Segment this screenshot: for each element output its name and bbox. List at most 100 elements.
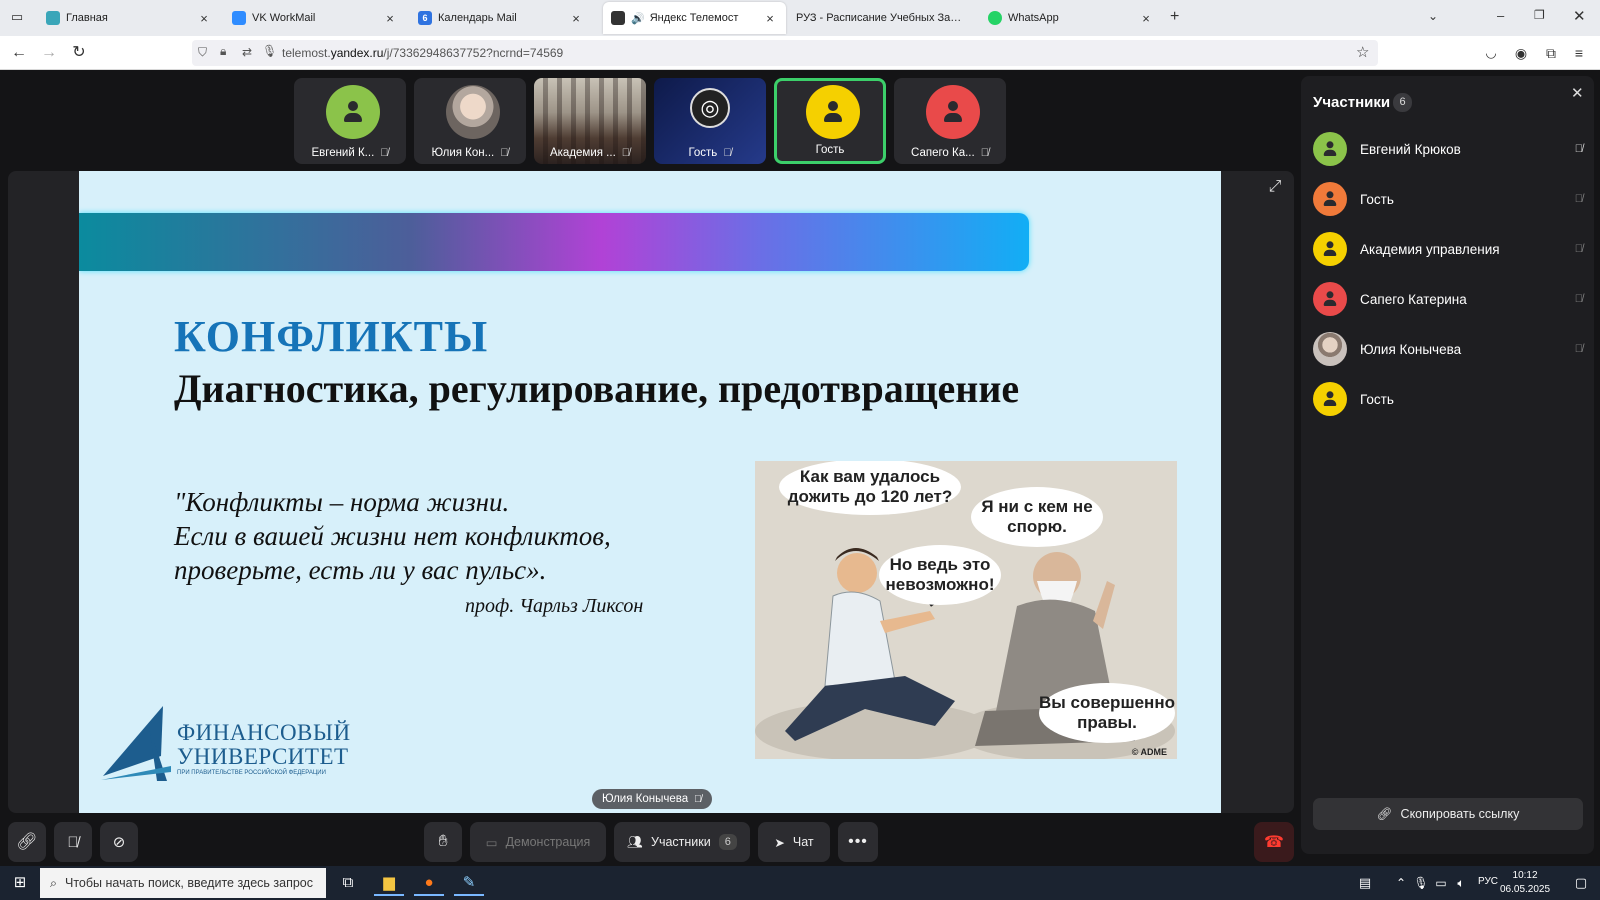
microphone-icon[interactable]: 🎙︎ bbox=[262, 44, 277, 58]
close-icon[interactable]: ✕ bbox=[1571, 84, 1584, 102]
participant-row[interactable]: Сапего Катерина 🎙̸ bbox=[1313, 279, 1583, 319]
url-text: telemost.yandex.ru/j/73362948637752?ncrn… bbox=[282, 46, 563, 60]
new-tab-icon[interactable]: + bbox=[1170, 8, 1179, 26]
tab-title: VK WorkMail bbox=[252, 12, 316, 24]
tab-glavnaya[interactable]: Главная × bbox=[38, 4, 220, 32]
participant-row[interactable]: Академия управления 🎙̸ bbox=[1313, 229, 1583, 269]
avatar bbox=[1313, 332, 1347, 366]
quote-line: "Конфликты – норма жизни. bbox=[174, 487, 510, 517]
participant-row[interactable]: Евгений Крюков 🎙̸ bbox=[1313, 129, 1583, 169]
participants-label: Участники bbox=[651, 835, 711, 849]
participant-tile[interactable]: ◎ Гость 🎙̸ bbox=[654, 78, 766, 164]
avatar bbox=[926, 85, 980, 139]
participant-tile[interactable]: Академия ... 🎙̸ bbox=[534, 78, 646, 164]
tab-telemost[interactable]: 🔊 Яндекс Телемост × bbox=[603, 2, 786, 34]
tab-ruz[interactable]: РУЗ - Расписание Учебных Занятий bbox=[788, 4, 970, 32]
permissions-icon[interactable]: ⇄ bbox=[242, 45, 252, 59]
microphone-toggle-button[interactable]: 🎙̸ bbox=[54, 822, 92, 862]
participant-tile[interactable]: Евгений К... 🎙̸ bbox=[294, 78, 406, 164]
account-icon[interactable]: ◉ bbox=[1510, 42, 1532, 64]
participant-tile-speaking[interactable]: Гость bbox=[774, 78, 886, 164]
forward-icon[interactable]: → bbox=[38, 42, 60, 64]
person-icon bbox=[1323, 241, 1337, 257]
volume-icon[interactable]: 🔈︎ bbox=[1446, 870, 1476, 896]
tab-whatsapp[interactable]: WhatsApp × bbox=[980, 4, 1162, 32]
avatar bbox=[1313, 232, 1347, 266]
close-tab-icon[interactable]: × bbox=[196, 11, 212, 26]
mic-off-icon[interactable]: 🎙̸ bbox=[1575, 143, 1583, 155]
mic-off-icon[interactable]: 🎙̸ bbox=[1575, 343, 1583, 355]
language-indicator[interactable]: РУС bbox=[1478, 876, 1498, 887]
copy-link-panel-button[interactable]: 🔗︎ Скопировать ссылку bbox=[1313, 798, 1583, 830]
copy-link-button[interactable]: 🔗︎ bbox=[8, 822, 46, 862]
news-widget-icon[interactable]: ▤ bbox=[1350, 870, 1380, 896]
close-tab-icon[interactable]: × bbox=[1138, 11, 1154, 26]
tile-name: Сапего Ка... bbox=[911, 147, 975, 159]
menu-icon[interactable]: ≡ bbox=[1568, 42, 1590, 64]
participant-row[interactable]: Юлия Конычева 🎙̸ bbox=[1313, 329, 1583, 369]
close-tab-icon[interactable]: × bbox=[568, 11, 584, 26]
obs-icon: ◎ bbox=[690, 88, 730, 128]
participants-panel: Участники 6 ✕ Евгений Крюков 🎙̸ Гость 🎙̸… bbox=[1301, 76, 1594, 854]
expand-icon[interactable]: ⤢ bbox=[1264, 178, 1286, 200]
tab-vk-workmail[interactable]: VK WorkMail × bbox=[224, 4, 406, 32]
app-icon[interactable]: ✎ bbox=[454, 870, 484, 896]
presentation-slide: КОНФЛИКТЫ Диагностика, регулирование, пр… bbox=[79, 171, 1221, 813]
browser-tab-strip: ▭ Главная × VK WorkMail × 6 Календарь Ma… bbox=[0, 0, 1600, 36]
panel-title: Участники bbox=[1313, 94, 1391, 111]
slide-subtitle: Диагностика, регулирование, предотвращен… bbox=[174, 366, 1020, 411]
panel-count-badge: 6 bbox=[1393, 93, 1412, 112]
hang-up-button[interactable]: ☎ bbox=[1254, 822, 1294, 862]
camera-toggle-button[interactable]: ⊘ bbox=[100, 822, 138, 862]
file-explorer-icon[interactable]: ▆ bbox=[374, 870, 404, 896]
raise-hand-button[interactable]: ✋︎ bbox=[424, 822, 462, 862]
participant-row[interactable]: Гость 🎙̸ bbox=[1313, 179, 1583, 219]
screen-share-button[interactable]: ▭ Демонстрация bbox=[470, 822, 606, 862]
participant-name: Гость bbox=[1360, 391, 1394, 407]
quote-line: проверьте, есть ли у вас пульс». bbox=[174, 555, 547, 585]
chevron-down-icon[interactable]: ⌄ bbox=[1428, 9, 1438, 23]
pocket-icon[interactable]: ◡ bbox=[1480, 42, 1502, 64]
firefox-icon[interactable]: ● bbox=[414, 870, 444, 896]
participant-name: Евгений Крюков bbox=[1360, 141, 1461, 157]
task-view-icon[interactable]: ⧉ bbox=[333, 870, 363, 896]
tile-name: Гость bbox=[815, 144, 845, 156]
more-button[interactable]: ••• bbox=[838, 822, 878, 862]
tab-calendar-mail[interactable]: 6 Календарь Mail × bbox=[410, 4, 592, 32]
participant-tile[interactable]: Сапего Ка... 🎙̸ bbox=[894, 78, 1006, 164]
speech-bubble: Но ведь это невозможно! bbox=[879, 545, 1001, 605]
avatar bbox=[806, 85, 860, 139]
tab-favicon-icon bbox=[232, 11, 246, 25]
bookmark-star-icon[interactable]: ☆ bbox=[1356, 43, 1369, 61]
system-clock[interactable]: 10:12 06.05.2025 bbox=[1500, 869, 1550, 897]
lock-icon[interactable]: 🔒︎ bbox=[220, 44, 226, 59]
chat-button[interactable]: ➤ Чат bbox=[758, 822, 830, 862]
participants-count-badge: 6 bbox=[718, 834, 737, 850]
mic-off-icon[interactable]: 🎙̸ bbox=[1575, 243, 1583, 255]
participant-row[interactable]: Гость bbox=[1313, 379, 1583, 419]
minimize-icon[interactable]: – bbox=[1497, 8, 1504, 23]
mic-off-icon[interactable]: 🎙̸ bbox=[1575, 193, 1583, 205]
notifications-icon[interactable]: ▢ bbox=[1566, 870, 1596, 896]
mic-off-icon[interactable]: 🎙̸ bbox=[1575, 293, 1583, 305]
extensions-icon[interactable]: ⧉ bbox=[1540, 42, 1562, 64]
speaker-icon[interactable]: 🔊 bbox=[631, 12, 645, 25]
tab-list-icon[interactable]: ▭ bbox=[8, 9, 26, 27]
taskbar-search[interactable]: ⌕ Чтобы начать поиск, введите здесь запр… bbox=[40, 868, 326, 898]
participants-button[interactable]: 👥︎ Участники 6 bbox=[614, 822, 750, 862]
comic-illustration: Как вам удалось дожить до 120 лет? Я ни … bbox=[755, 461, 1177, 759]
back-icon[interactable]: ← bbox=[8, 42, 30, 64]
participant-name: Академия управления bbox=[1360, 241, 1500, 257]
close-tab-icon[interactable]: × bbox=[762, 11, 778, 26]
close-window-icon[interactable]: ✕ bbox=[1573, 7, 1586, 25]
close-tab-icon[interactable]: × bbox=[382, 11, 398, 26]
windows-start-icon[interactable]: ⊞ bbox=[5, 870, 35, 896]
url-domain: yandex.ru bbox=[330, 46, 384, 60]
shield-icon[interactable]: ⛉ bbox=[198, 45, 207, 60]
address-bar[interactable]: ⛉ 🔒︎ ⇄ 🎙︎ telemost.yandex.ru/j/733629486… bbox=[192, 40, 1378, 66]
participant-tile[interactable]: Юлия Кон... 🎙̸ bbox=[414, 78, 526, 164]
speech-bubble: Вы совершенно правы. bbox=[1039, 683, 1175, 743]
restore-icon[interactable]: ❐ bbox=[1534, 8, 1545, 22]
person-icon bbox=[343, 101, 363, 123]
reload-icon[interactable]: ↻ bbox=[68, 42, 90, 64]
